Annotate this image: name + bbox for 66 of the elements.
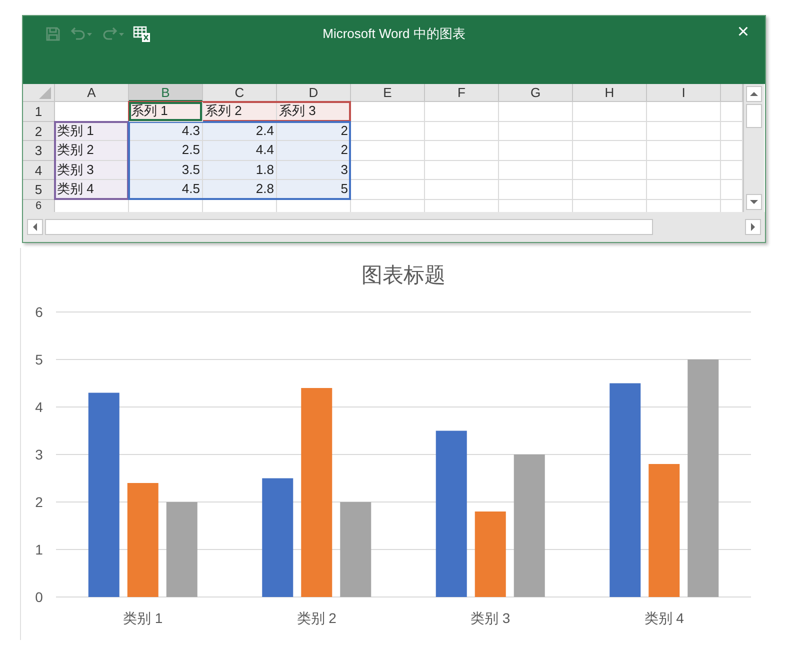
select-all-corner[interactable] — [23, 84, 55, 102]
column-header[interactable]: F — [425, 84, 499, 102]
scroll-up-icon[interactable] — [746, 86, 762, 102]
row-header[interactable]: 5 — [23, 180, 55, 200]
column-header[interactable]: G — [499, 84, 573, 102]
axis-tick-label: 1 — [35, 542, 43, 558]
vertical-scrollbar[interactable] — [744, 84, 764, 212]
row-header[interactable]: 2 — [23, 122, 55, 141]
close-button[interactable]: × — [733, 22, 753, 42]
column-header[interactable]: A — [55, 84, 129, 102]
category-label: 类别 1 — [123, 610, 163, 626]
table-cell[interactable]: 1.8 — [203, 160, 277, 180]
table-cell[interactable]: 类别 3 — [55, 160, 129, 180]
table-cell[interactable]: 系列 1 — [129, 102, 203, 122]
table-cell — [721, 160, 743, 180]
axis-tick-label: 4 — [35, 399, 43, 415]
axis-tick-label: 5 — [35, 352, 43, 368]
column-header[interactable]: D — [277, 84, 351, 102]
column-header[interactable]: B — [129, 84, 203, 102]
table-cell — [721, 122, 743, 141]
table-cell[interactable]: 类别 4 — [55, 180, 129, 200]
table-cell[interactable]: 2.8 — [203, 180, 277, 200]
row-header[interactable]: 6 — [23, 200, 55, 212]
category-label: 类别 4 — [644, 610, 684, 626]
table-cell — [721, 141, 743, 160]
column-header[interactable]: H — [573, 84, 647, 102]
undo-icon[interactable] — [69, 26, 93, 42]
table-cell[interactable]: 2 — [277, 141, 351, 160]
save-icon[interactable] — [45, 26, 61, 42]
axis-tick-label: 0 — [35, 589, 43, 605]
table-cell[interactable]: 3 — [277, 160, 351, 180]
table-cell[interactable]: 3.5 — [129, 160, 203, 180]
table-cell[interactable]: 2.4 — [203, 122, 277, 141]
table-cell — [721, 180, 743, 200]
table-cell[interactable]: 4.4 — [203, 141, 277, 160]
row-header[interactable]: 1 — [23, 102, 55, 122]
chart-title: 图表标题 — [362, 264, 446, 287]
table-cell[interactable]: 系列 2 — [203, 102, 277, 122]
redo-icon[interactable] — [101, 26, 125, 42]
table-icon[interactable] — [133, 25, 151, 43]
table-cell[interactable]: 类别 2 — [55, 141, 129, 160]
row-header[interactable]: 4 — [23, 160, 55, 180]
scroll-left-icon[interactable] — [27, 218, 43, 234]
scroll-right-icon[interactable] — [745, 218, 761, 234]
scroll-thumb[interactable] — [45, 218, 653, 234]
table-cell[interactable]: 5 — [277, 180, 351, 200]
table-cell[interactable]: 2.5 — [129, 141, 203, 160]
table-cell[interactable]: 系列 3 — [277, 102, 351, 122]
table-cell[interactable]: 4.3 — [129, 122, 203, 141]
table-cell[interactable]: 4.5 — [129, 180, 203, 200]
row-header[interactable]: 3 — [23, 141, 55, 160]
table-cell[interactable]: 类别 1 — [55, 122, 129, 141]
axis-tick-label: 2 — [35, 494, 43, 510]
column-header[interactable]: E — [351, 84, 425, 102]
column-header[interactable]: I — [647, 84, 721, 102]
window-title: Microsoft Word 中的图表 — [322, 25, 466, 43]
category-label: 类别 2 — [296, 610, 336, 626]
column-header[interactable]: C — [203, 84, 277, 102]
corner-triangle-icon — [39, 87, 51, 99]
table-cell — [721, 102, 743, 122]
category-label: 类别 3 — [470, 610, 510, 626]
scroll-down-icon[interactable] — [746, 194, 762, 210]
axis-tick-label: 6 — [35, 304, 43, 320]
scroll-thumb[interactable] — [746, 104, 762, 128]
table-cell[interactable]: 2 — [277, 122, 351, 141]
axis-tick-label: 3 — [35, 446, 43, 462]
